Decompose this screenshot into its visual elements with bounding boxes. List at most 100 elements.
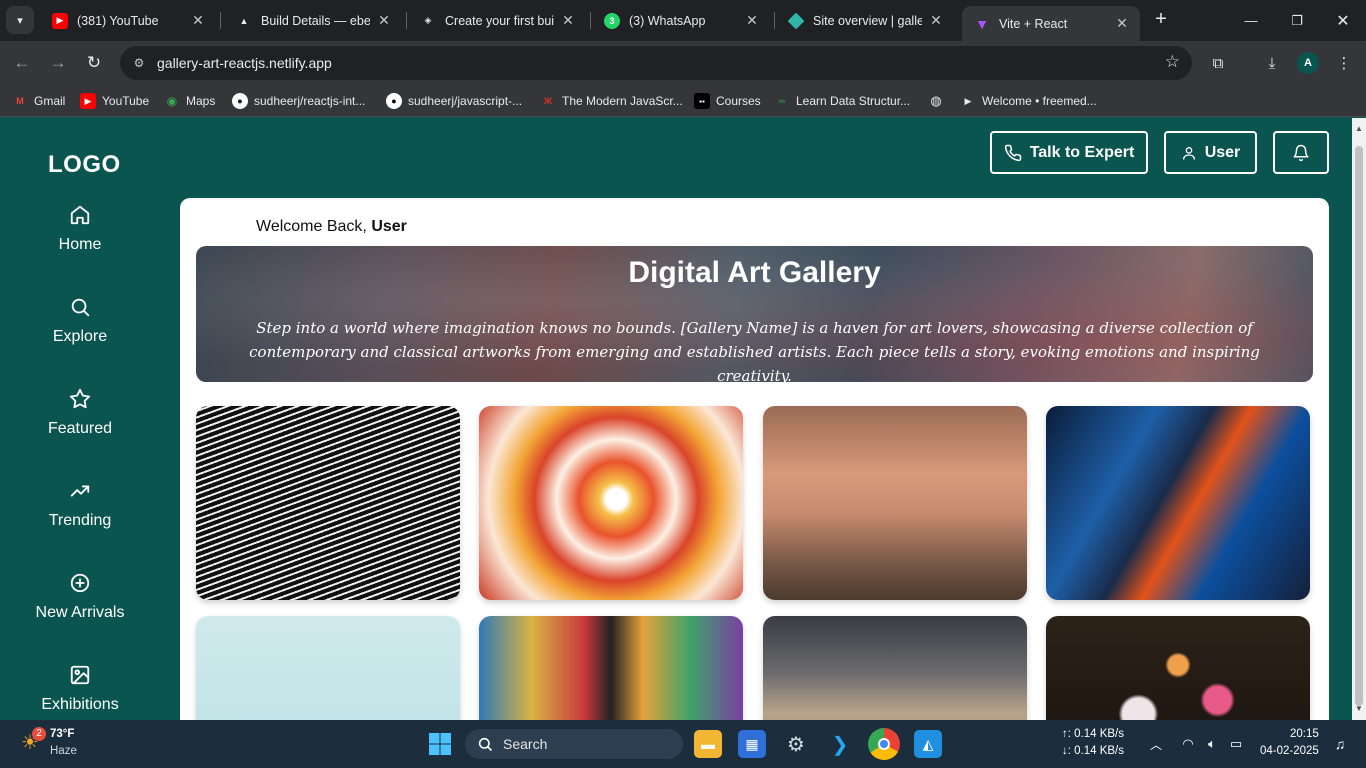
restore-button[interactable]: ❐ xyxy=(1274,0,1320,41)
profile-avatar[interactable]: A xyxy=(1297,52,1319,74)
courses-icon: ▪▪ xyxy=(694,93,710,109)
bookmark-modern-js[interactable]: Ж The Modern JavaScr... xyxy=(540,92,683,110)
weather-temp[interactable]: 73°F xyxy=(50,728,74,740)
network-download-speed: ↓: 0.14 KB/s xyxy=(1062,745,1125,757)
close-icon[interactable]: ✕ xyxy=(376,12,392,29)
page-scrollbar[interactable]: ▲ ▼ xyxy=(1352,118,1366,720)
scrollbar-thumb[interactable] xyxy=(1355,146,1363,706)
sidebar-item-featured[interactable]: Featured xyxy=(0,388,160,438)
close-window-button[interactable]: ✕ xyxy=(1320,0,1366,41)
browser-toolbar: ← → ↻ ⚙ gallery-art-reactjs.netlify.app … xyxy=(0,41,1366,85)
bookmark-courses[interactable]: ▪▪ Courses xyxy=(694,92,761,110)
search-icon xyxy=(478,737,492,751)
tab-build-details[interactable]: ▲ Build Details — ebefd ✕ xyxy=(224,0,402,41)
bookmark-youtube[interactable]: ▶ YouTube xyxy=(80,92,149,110)
forward-icon[interactable]: → xyxy=(46,51,70,75)
windows-start-icon[interactable] xyxy=(426,730,454,758)
close-icon[interactable]: ✕ xyxy=(1114,15,1130,32)
maps-icon: ◉ xyxy=(166,94,178,108)
tab-site-overview[interactable]: Site overview | gallery ✕ xyxy=(776,0,954,41)
play-icon: ▶ xyxy=(964,95,972,106)
photos-icon[interactable]: ◭ xyxy=(914,730,942,758)
address-bar[interactable]: ⚙ gallery-art-reactjs.netlify.app ☆ xyxy=(120,46,1192,80)
close-icon[interactable]: ✕ xyxy=(744,12,760,29)
welcome-user-name: User xyxy=(371,218,407,235)
youtube-icon: ▶ xyxy=(52,12,68,29)
bookmark-maps[interactable]: ◉ Maps xyxy=(164,92,216,110)
battery-icon[interactable]: ▭ xyxy=(1222,730,1250,758)
file-explorer-icon[interactable]: ▬ xyxy=(694,730,722,758)
netlify-icon xyxy=(787,12,805,29)
sidebar-item-exhibitions[interactable]: Exhibitions xyxy=(0,664,160,714)
artwork-mural-face[interactable] xyxy=(763,406,1027,600)
search-icon xyxy=(71,298,90,317)
bookmark-reactjs[interactable]: ● sudheerj/reactjs-int... xyxy=(232,92,365,110)
image-icon xyxy=(70,665,90,685)
user-button[interactable]: User xyxy=(1164,131,1257,174)
tab-vite-react[interactable]: ▼ Vite + React ✕ xyxy=(962,6,1140,41)
clock-date[interactable]: 04-02-2025 xyxy=(1260,745,1319,757)
artwork-graffiti-eyes[interactable] xyxy=(479,616,743,720)
url-text[interactable]: gallery-art-reactjs.netlify.app xyxy=(157,55,332,71)
download-icon[interactable]: ⤓ xyxy=(1260,51,1284,75)
logo[interactable]: LOGO xyxy=(48,151,121,179)
tab-whatsapp[interactable]: 3 (3) WhatsApp ✕ xyxy=(592,0,770,41)
main-panel: Welcome Back, User Digital Art Gallery S… xyxy=(180,198,1329,720)
github-icon: ● xyxy=(386,93,402,109)
bookmarks-bar: M Gmail ▶ YouTube ◉ Maps ● sudheerj/reactjs-… xyxy=(0,85,1366,117)
artwork-fluid-abstract[interactable] xyxy=(479,406,743,600)
artwork-blue-abstract[interactable] xyxy=(1046,406,1310,600)
back-icon[interactable]: ← xyxy=(10,51,34,75)
scroll-up-icon[interactable]: ▲ xyxy=(1354,124,1364,134)
sidebar-item-home[interactable]: Home xyxy=(0,204,160,254)
chevron-up-icon[interactable]: ︿ xyxy=(1142,730,1170,758)
microsoft-store-icon[interactable]: ▦ xyxy=(738,730,766,758)
bookmark-javascript[interactable]: ● sudheerj/javascript-... xyxy=(386,92,522,110)
vite-icon: ▼ xyxy=(975,15,989,32)
minimize-button[interactable]: — xyxy=(1228,0,1274,41)
gmail-icon: M xyxy=(16,96,24,106)
artwork-sketch-portrait[interactable] xyxy=(196,406,460,600)
weather-desc[interactable]: Haze xyxy=(50,745,77,757)
menu-icon[interactable]: ⋮ xyxy=(1332,51,1356,75)
taskbar: ☀ 2 73°F Haze Search ▬ ▦ ⚙ ❯ ◭ ↑: 0.14 K… xyxy=(0,720,1366,768)
settings-icon[interactable]: ⚙ xyxy=(782,730,810,758)
bookmark-gmail[interactable]: M Gmail xyxy=(12,92,65,110)
site-info-icon[interactable]: ⚙ xyxy=(130,54,148,72)
hero-title: Digital Art Gallery xyxy=(628,256,881,289)
close-icon[interactable]: ✕ xyxy=(190,12,206,29)
sidebar-item-new-arrivals[interactable]: New Arrivals xyxy=(0,572,160,622)
artwork-classical-ceiling[interactable] xyxy=(763,616,1027,720)
tab-bar: ▾ ▶ (381) YouTube ✕ ▲ Build Details — eb… xyxy=(0,0,1366,41)
artwork-color-head[interactable] xyxy=(196,616,460,720)
bookmark-star-icon[interactable]: ☆ xyxy=(1165,52,1180,72)
app-root: LOGO Home Explore Featured Trending New … xyxy=(0,118,1352,720)
new-tab-button[interactable]: + xyxy=(1150,8,1172,30)
close-icon[interactable]: ✕ xyxy=(560,12,576,29)
notifications-button[interactable] xyxy=(1273,131,1329,174)
sidebar-item-explore[interactable]: Explore xyxy=(0,296,160,346)
hero-text: Step into a world where imagination know… xyxy=(249,319,1260,382)
reload-icon[interactable]: ↻ xyxy=(82,51,106,75)
chrome-icon[interactable] xyxy=(868,728,900,760)
tab-youtube[interactable]: ▶ (381) YouTube ✕ xyxy=(40,0,216,41)
star-icon xyxy=(69,388,91,409)
tab-search-button[interactable]: ▾ xyxy=(6,6,34,34)
bookmark-freemed[interactable]: ▶ Welcome • freemed... xyxy=(960,92,1097,110)
vscode-icon[interactable]: ❯ xyxy=(826,730,854,758)
bookmark-globe[interactable]: ◍ xyxy=(928,92,950,110)
artwork-flower-still-life[interactable] xyxy=(1046,616,1310,720)
home-icon xyxy=(70,205,90,225)
extensions-icon[interactable]: ⧉ xyxy=(1206,51,1230,75)
close-icon[interactable]: ✕ xyxy=(928,12,944,29)
taskbar-search[interactable]: Search xyxy=(465,729,683,759)
scroll-down-icon[interactable]: ▼ xyxy=(1354,704,1364,714)
sidebar-item-trending[interactable]: Trending xyxy=(0,480,160,530)
talk-to-expert-button[interactable]: Talk to Expert xyxy=(990,131,1148,174)
clock-time[interactable]: 20:15 xyxy=(1290,728,1319,740)
phone-icon xyxy=(1004,144,1021,161)
notification-bell-icon[interactable]: ♫ xyxy=(1326,730,1354,758)
netlify-build-icon: ▲ xyxy=(239,15,249,26)
bookmark-data-structures[interactable]: ∞ Learn Data Structur... xyxy=(774,92,910,110)
tab-create-build[interactable]: ◈ Create your first build ✕ xyxy=(408,0,586,41)
